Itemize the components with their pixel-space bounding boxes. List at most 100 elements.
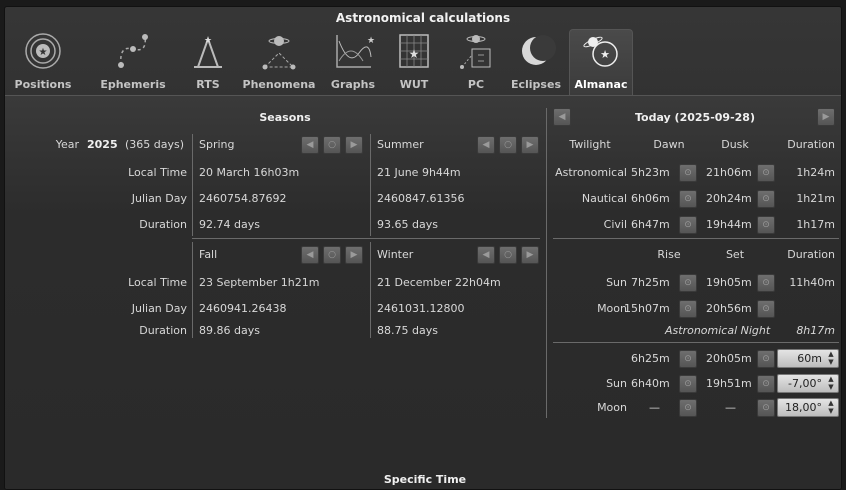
custom-row-set: 20h05m <box>706 352 752 365</box>
window-title: Astronomical calculations <box>335 11 511 25</box>
winter-label: Winter <box>377 248 414 261</box>
winter-duration: 88.75 days <box>377 324 438 337</box>
set-button[interactable]: ⊙ <box>757 300 775 318</box>
tab-rts[interactable]: ★ RTS <box>183 29 233 95</box>
today-next-button[interactable]: ▶ <box>817 108 835 126</box>
tab-bar: ★ Positions Ephemeris ★ RTS Phenomena ★ … <box>5 29 841 95</box>
year-value[interactable]: 2025 <box>87 138 118 152</box>
local-time-label-2: Local Time <box>128 276 187 289</box>
custom-row-set: — <box>725 401 736 414</box>
duration-label: Duration <box>139 218 187 231</box>
summer-julian-day: 2460847.61356 <box>377 192 465 205</box>
duration-label-2: Duration <box>139 324 187 337</box>
rise-button[interactable]: ⊙ <box>679 274 697 292</box>
spin-arrows-icon[interactable]: ▲ ▼ <box>826 399 836 416</box>
tab-almanac[interactable]: ★ Almanac <box>569 29 633 95</box>
twilight-dusk-button[interactable]: ⊙ <box>757 164 775 182</box>
twilight-dawn-button[interactable]: ⊙ <box>679 190 697 208</box>
spring-current-button[interactable]: ○ <box>323 136 341 154</box>
svg-text:★: ★ <box>367 36 375 46</box>
winter-julian-day: 2461031.12800 <box>377 302 465 315</box>
seasons-divider-left-top <box>192 134 193 236</box>
summer-current-button[interactable]: ○ <box>499 136 517 154</box>
twilight-row-dusk: 19h44m <box>706 218 752 231</box>
custom-rise-button[interactable]: ⊙ <box>679 399 697 417</box>
twilight-row-dawn: 5h23m <box>631 166 670 179</box>
julian-day-label: Julian Day <box>131 192 187 205</box>
spin-arrows-icon[interactable]: ▲ ▼ <box>826 375 836 392</box>
tab-graphs[interactable]: ★ Graphs <box>327 29 379 95</box>
spring-julian-day: 2460754.87692 <box>199 192 287 205</box>
sun-altitude-spinbox[interactable]: -7,00° ▲ ▼ <box>777 374 839 393</box>
twilight-row-name: Nautical <box>581 192 627 205</box>
graphs-icon: ★ <box>336 35 375 68</box>
tab-pc[interactable]: PC <box>453 29 499 95</box>
fall-current-button[interactable]: ○ <box>323 246 341 264</box>
rise-row-rise: 15h07m <box>624 302 670 315</box>
phenomena-icon <box>262 36 296 70</box>
set-header: Set <box>725 248 745 261</box>
specific-time-label: Specific Time <box>383 473 467 486</box>
tab-eclipses[interactable]: Eclipses <box>507 29 565 95</box>
rise-duration-header: Duration <box>787 248 835 261</box>
custom-row-rise: 6h25m <box>631 352 670 365</box>
today-divider-1 <box>553 238 839 239</box>
rise-button[interactable]: ⊙ <box>679 300 697 318</box>
twilight-row-duration: 1h17m <box>796 218 835 231</box>
fall-julian-day: 2460941.26438 <box>199 302 287 315</box>
twilight-row-duration: 1h24m <box>796 166 835 179</box>
twilight-header: Twilight <box>569 138 611 151</box>
spin-arrows-icon[interactable]: ▲ ▼ <box>826 350 836 367</box>
twilight-dusk-button[interactable]: ⊙ <box>757 190 775 208</box>
twilight-dawn-button[interactable]: ⊙ <box>679 216 697 234</box>
svg-text:★: ★ <box>600 48 610 61</box>
custom-row-set: 19h51m <box>706 377 752 390</box>
spring-prev-button[interactable]: ◀ <box>301 136 319 154</box>
tab-positions[interactable]: ★ Positions <box>7 29 79 95</box>
winter-next-button[interactable]: ▶ <box>521 246 539 264</box>
fall-prev-button[interactable]: ◀ <box>301 246 319 264</box>
year-days: (365 days) <box>125 138 185 151</box>
fall-label: Fall <box>199 248 218 261</box>
rise-row-duration: 11h40m <box>789 276 835 289</box>
almanac-icon: ★ <box>583 36 618 67</box>
tab-phenomena[interactable]: Phenomena <box>237 29 321 95</box>
dusk-header: Dusk <box>721 138 749 151</box>
custom-set-button[interactable]: ⊙ <box>757 375 775 393</box>
fall-next-button[interactable]: ▶ <box>345 246 363 264</box>
today-divider-2 <box>553 342 839 343</box>
twilight-dusk-button[interactable]: ⊙ <box>757 216 775 234</box>
winter-prev-button[interactable]: ◀ <box>477 246 495 264</box>
twilight-row-name: Astronomical <box>555 166 627 179</box>
today-prev-button[interactable]: ◀ <box>553 108 571 126</box>
summer-label: Summer <box>377 138 424 151</box>
spring-next-button[interactable]: ▶ <box>345 136 363 154</box>
summer-prev-button[interactable]: ◀ <box>477 136 495 154</box>
rise-row-name: Sun <box>606 276 627 289</box>
custom-rise-button[interactable]: ⊙ <box>679 375 697 393</box>
rise-row-rise: 7h25m <box>631 276 670 289</box>
custom-offset-spinbox[interactable]: 60m ▲ ▼ <box>777 349 839 368</box>
seasons-divider-mid-top <box>370 134 371 236</box>
twilight-row-dawn: 6h47m <box>631 218 670 231</box>
twilight-row-dawn: 6h06m <box>631 192 670 205</box>
summer-next-button[interactable]: ▶ <box>521 136 539 154</box>
custom-set-button[interactable]: ⊙ <box>757 399 775 417</box>
rise-row-name: Moon <box>597 302 627 315</box>
moon-altitude-spinbox[interactable]: 18,00° ▲ ▼ <box>777 398 839 417</box>
rts-icon: ★ <box>194 36 222 68</box>
custom-rise-button[interactable]: ⊙ <box>679 350 697 368</box>
twilight-row-dusk: 21h06m <box>706 166 752 179</box>
tab-ephemeris[interactable]: Ephemeris <box>93 29 173 95</box>
fall-duration: 89.86 days <box>199 324 260 337</box>
winter-current-button[interactable]: ○ <box>499 246 517 264</box>
set-button[interactable]: ⊙ <box>757 274 775 292</box>
astronomical-night-duration: 8h17m <box>796 324 835 337</box>
duration-header: Duration <box>787 138 835 151</box>
spring-local-time: 20 March 16h03m <box>199 166 300 179</box>
twilight-dawn-button[interactable]: ⊙ <box>679 164 697 182</box>
astronomical-night-label: Astronomical Night <box>665 324 771 337</box>
spring-duration: 92.74 days <box>199 218 260 231</box>
custom-set-button[interactable]: ⊙ <box>757 350 775 368</box>
tab-wut[interactable]: ★ WUT <box>389 29 439 95</box>
